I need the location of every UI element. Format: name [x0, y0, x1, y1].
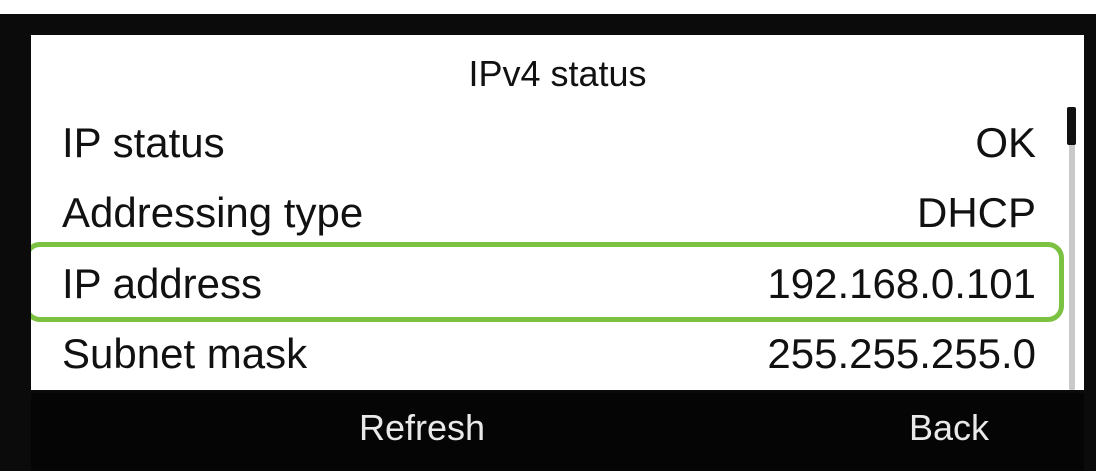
back-softkey-button[interactable]: Back — [909, 407, 989, 449]
row-label: IP status — [62, 119, 225, 166]
softkey-bar: Refresh Back — [31, 393, 1084, 471]
row-value: OK — [975, 119, 1036, 166]
row-label: Subnet mask — [62, 330, 308, 377]
refresh-softkey-button[interactable]: Refresh — [359, 407, 485, 449]
row-value: 192.168.0.101 — [767, 260, 1036, 307]
list-row-addressing-type[interactable]: Addressing type DHCP — [31, 179, 1084, 249]
screen-title: IPv4 status — [468, 53, 647, 94]
scrollbar-thumb[interactable] — [1067, 107, 1076, 145]
row-value: DHCP — [916, 189, 1036, 236]
ipv4-status-screen: IPv4 status IP status OK Addressing type… — [31, 35, 1084, 390]
list-row-subnet-mask[interactable]: Subnet mask 255.255.255.0 — [31, 320, 1084, 390]
list-row-ip-status[interactable]: IP status OK — [31, 109, 1084, 179]
scrollbar-track[interactable] — [1069, 110, 1075, 390]
row-value: 255.255.255.0 — [767, 330, 1036, 377]
list-row-ip-address[interactable]: IP address 192.168.0.101 — [31, 250, 1084, 320]
row-label: Addressing type — [62, 189, 364, 236]
row-label: IP address — [62, 260, 263, 307]
device-bezel-top — [0, 0, 1096, 14]
phone-display-frame: IPv4 status IP status OK Addressing type… — [0, 0, 1096, 471]
